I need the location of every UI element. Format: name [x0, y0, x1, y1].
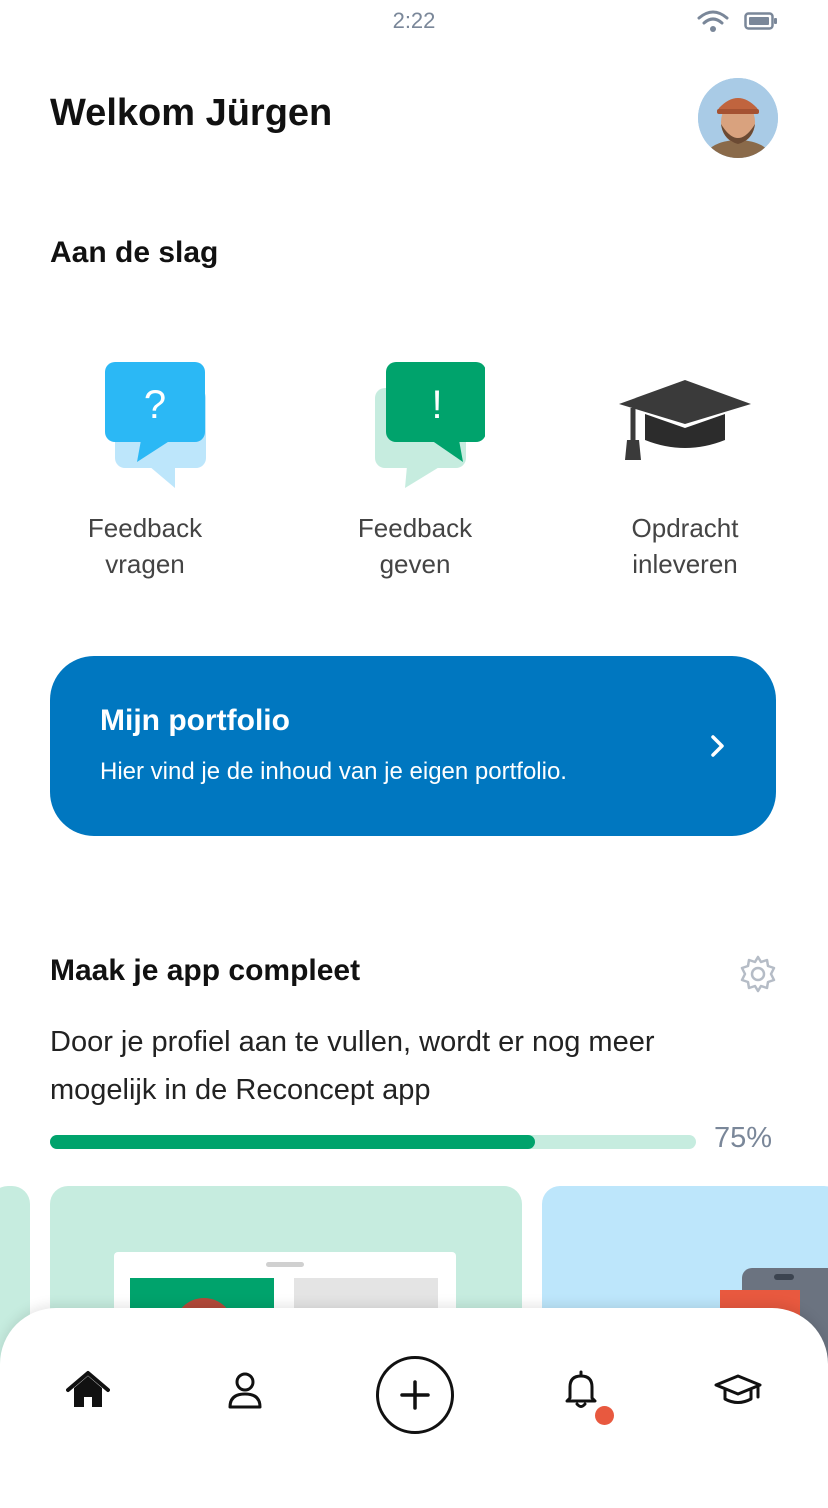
nav-home[interactable]: [60, 1362, 116, 1418]
profile-icon: [228, 1372, 262, 1409]
portfolio-title: Mijn portfolio: [100, 704, 290, 737]
add-icon: [400, 1380, 430, 1410]
question-bubble-icon: ?: [105, 362, 206, 488]
avatar-image: [698, 78, 778, 158]
education-icon: [714, 1374, 762, 1404]
notifications-icon: [565, 1370, 597, 1408]
action-label: Feedback vragen: [87, 513, 203, 579]
status-bar: 2:22: [0, 0, 828, 44]
nav-add-button[interactable]: [376, 1356, 454, 1434]
action-give-feedback[interactable]: ! Feedback geven: [320, 358, 510, 582]
portfolio-card[interactable]: Mijn portfolio Hier vind je de inhoud va…: [50, 656, 776, 836]
nav-education[interactable]: [710, 1362, 766, 1418]
home-icon: [66, 1371, 110, 1407]
action-submit-assignment[interactable]: Opdracht inleveren: [590, 358, 780, 582]
action-request-feedback[interactable]: ? Feedback vragen: [50, 358, 240, 582]
progress-value: 75%: [714, 1122, 773, 1154]
portfolio-subtitle: Hier vind je de inhoud van je eigen port…: [100, 758, 567, 785]
progress-fill: [50, 1135, 535, 1149]
action-label: Opdracht inleveren: [631, 513, 739, 579]
welcome-title: Welkom Jürgen: [50, 92, 333, 134]
battery-icon: [744, 12, 777, 30]
svg-text:!: !: [431, 383, 442, 427]
nav-profile[interactable]: [217, 1362, 273, 1418]
chevron-right-icon: [711, 735, 724, 757]
notification-dot: [595, 1406, 614, 1425]
svg-text:?: ?: [144, 383, 166, 427]
action-label: Feedback geven: [357, 513, 473, 579]
exclamation-bubble-icon: !: [375, 362, 485, 488]
bottom-nav: [0, 1308, 828, 1508]
gear-icon[interactable]: [738, 954, 778, 994]
complete-description: Door je profiel aan te vullen, wordt er …: [50, 1026, 655, 1106]
avatar[interactable]: [698, 78, 778, 158]
section-title-start: Aan de slag: [50, 236, 219, 269]
nav-notifications[interactable]: [553, 1362, 614, 1425]
wifi-icon: [697, 10, 729, 32]
graduation-cap-icon: [619, 380, 751, 460]
profile-progress-bar: [50, 1135, 696, 1149]
section-title-complete: Maak je app compleet: [50, 954, 361, 987]
